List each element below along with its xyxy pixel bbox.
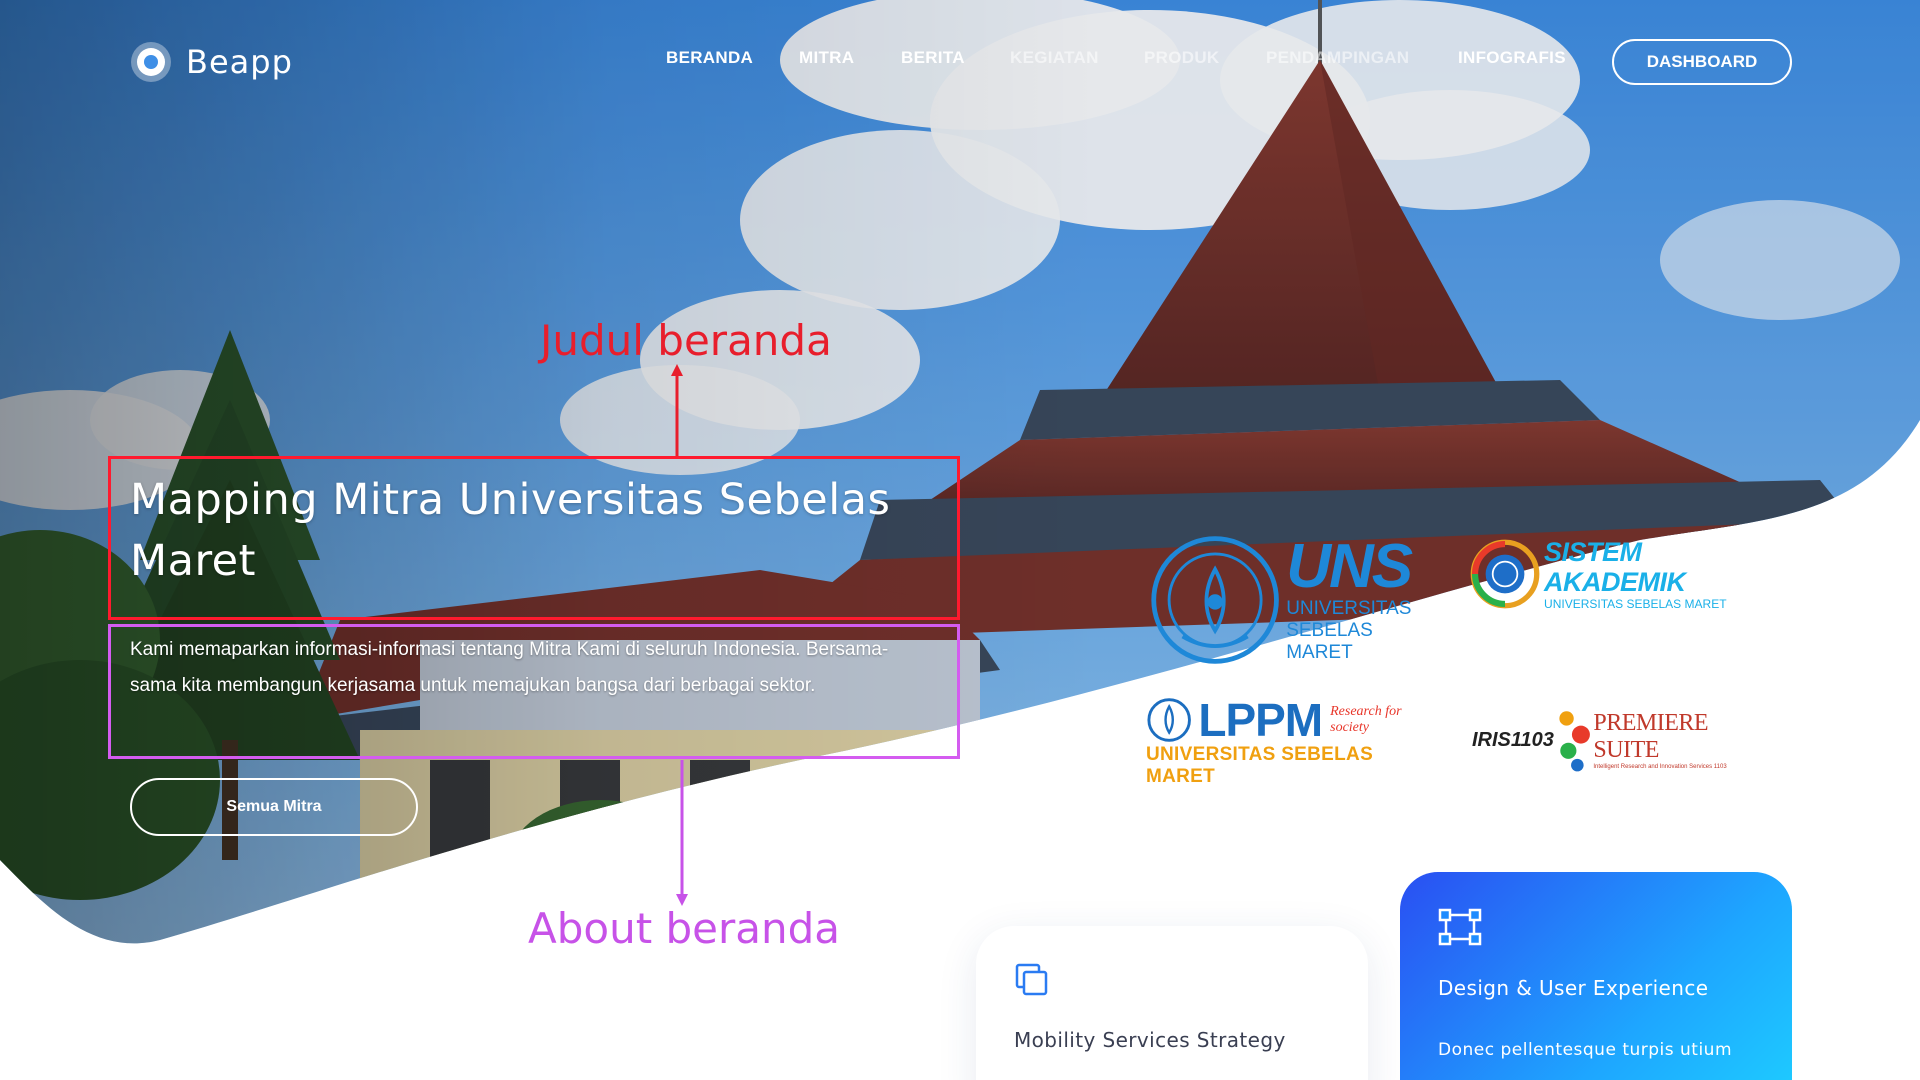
nav-item-berita[interactable]: BERITA bbox=[901, 48, 965, 68]
annotation-title-label: Judul beranda bbox=[540, 316, 832, 365]
sistem-akademik-emblem-icon bbox=[1470, 539, 1540, 609]
top-navbar: Beapp BERANDA MITRA BERITA KEGIATAN PROD… bbox=[0, 0, 1920, 124]
nav-item-beranda[interactable]: BERANDA bbox=[666, 48, 753, 68]
lppm-seal-icon bbox=[1147, 698, 1191, 742]
uns-wordmark: UNS bbox=[1286, 532, 1413, 601]
hero-section: Beapp BERANDA MITRA BERITA KEGIATAN PROD… bbox=[0, 0, 1920, 1080]
annotation-title-box bbox=[108, 456, 960, 620]
service-card-design[interactable]: Design & User Experience Donec pellentes… bbox=[1400, 872, 1792, 1080]
uns-seal-icon bbox=[1151, 536, 1279, 664]
partner-logo-lppm[interactable]: LPPM Research for society UNIVERSITAS SE… bbox=[1146, 697, 1440, 787]
all-partners-button[interactable]: Semua Mitra bbox=[130, 778, 418, 836]
partner-logo-iris1103[interactable]: IRIS1103 PREMIERE SUITE Intelligent Rese… bbox=[1468, 704, 1760, 776]
premiere-suite-tagline: Intelligent Research and Innovation Serv… bbox=[1593, 764, 1727, 770]
premiere-suite-wordmark: PREMIERE SUITE bbox=[1593, 710, 1709, 763]
service-card-description: Donec pellentesque turpis utium bbox=[1438, 1040, 1733, 1060]
nav-item-kegiatan[interactable]: KEGIATAN bbox=[1010, 48, 1099, 68]
lppm-wordmark: LPPM bbox=[1198, 694, 1323, 746]
partner-logo-uns[interactable]: UNS UNIVERSITAS SEBELAS MARET bbox=[1148, 530, 1438, 670]
uns-subtitle-line1: UNIVERSITAS bbox=[1286, 598, 1412, 619]
brand[interactable]: Beapp bbox=[130, 40, 293, 84]
copy-icon bbox=[1015, 963, 1048, 996]
iris1103-wordmark: IRIS1103 bbox=[1472, 728, 1554, 751]
partner-logo-sistem-akademik[interactable]: SISTEM AKADEMIK UNIVERSITAS SEBELAS MARE… bbox=[1468, 530, 1760, 618]
dashboard-button[interactable]: DASHBOARD bbox=[1612, 39, 1792, 85]
annotation-about-box bbox=[108, 624, 960, 759]
lppm-tagline: Research for society bbox=[1330, 704, 1402, 735]
nav-item-mitra[interactable]: MITRA bbox=[799, 48, 854, 68]
nav-item-infografis[interactable]: INFOGRAFIS bbox=[1458, 48, 1566, 68]
annotation-about-label: About beranda bbox=[528, 904, 841, 953]
brand-name: Beapp bbox=[186, 43, 293, 81]
service-card-mobility[interactable]: Mobility Services Strategy bbox=[976, 926, 1368, 1080]
annotation-title-arrow bbox=[671, 364, 683, 456]
nav-item-produk[interactable]: PRODUK bbox=[1144, 48, 1219, 68]
vector-frame-icon bbox=[1438, 908, 1482, 946]
service-card-title: Design & User Experience bbox=[1438, 976, 1709, 1000]
premiere-suite-swirl-icon bbox=[1559, 711, 1590, 772]
uns-subtitle-line2: SEBELAS MARET bbox=[1286, 620, 1373, 663]
service-card-title: Mobility Services Strategy bbox=[1014, 1028, 1286, 1052]
sistem-akademik-wordmark: SISTEM AKADEMIK bbox=[1544, 537, 1686, 597]
annotation-about-arrow bbox=[676, 760, 688, 906]
sistem-akademik-subtitle: UNIVERSITAS SEBELAS MARET bbox=[1544, 597, 1727, 611]
brand-logo-icon bbox=[131, 42, 171, 82]
lppm-subtitle: UNIVERSITAS SEBELAS MARET bbox=[1146, 744, 1374, 787]
nav-item-pendampingan[interactable]: PENDAMPINGAN bbox=[1266, 48, 1409, 68]
